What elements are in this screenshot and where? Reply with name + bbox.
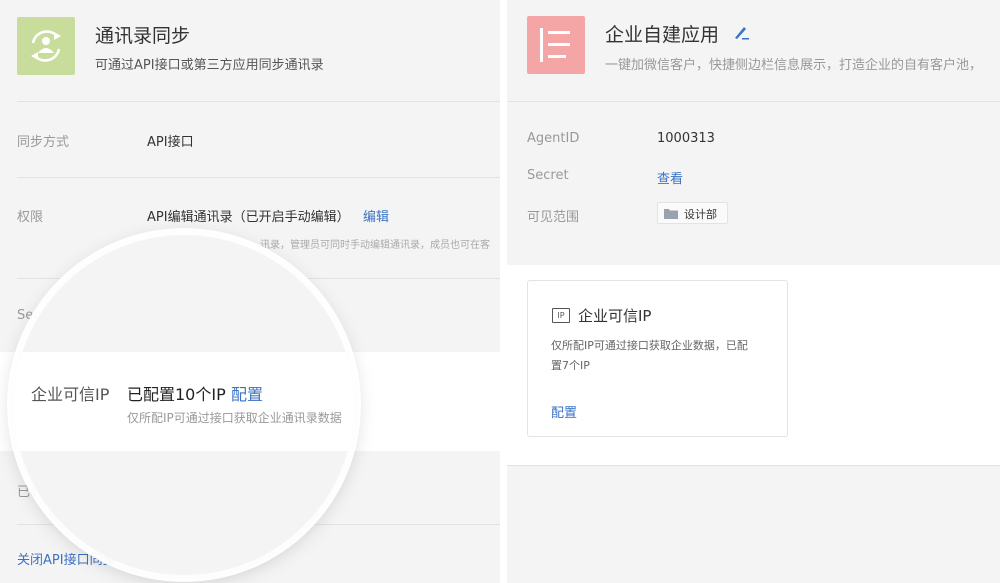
visible-range-tag[interactable]: 设计部 [657, 202, 728, 224]
configure-ip-link[interactable]: 配置 [231, 381, 263, 405]
edit-title-icon[interactable] [733, 24, 749, 44]
page-subtitle: 一键加微信客户，快捷侧边栏信息展示，打造企业的自有客户池， [605, 58, 983, 73]
trusted-ip-hint: 仅所配IP可通过接口获取企业通讯录数据 [127, 411, 342, 425]
divider [17, 177, 500, 178]
permission-hint: 讯录，管理员可同时手动编辑通讯录，成员也可在客 [260, 240, 490, 251]
card-title: 企业可信IP [578, 307, 652, 325]
divider [507, 101, 1000, 102]
ip-badge-icon: IP [552, 308, 570, 323]
view-secret-link[interactable]: 查看 [657, 168, 683, 187]
folder-icon [664, 209, 678, 219]
magnifier-lens: 企业可信IP 已配置10个IP 配置 仅所配IP可通过接口获取企业通讯录数据 [14, 235, 354, 575]
card-desc-line1: 仅所配IP可通过接口获取企业数据，已配 [551, 339, 748, 352]
divider [17, 101, 500, 102]
page-title: 企业自建应用 [605, 24, 720, 46]
permission-label: 权限 [17, 210, 44, 225]
visible-range-label: 可见范围 [527, 210, 580, 225]
page-subtitle: 可通过API接口或第三方应用同步通讯录 [95, 58, 324, 73]
secret-label: Secret [527, 168, 569, 183]
edit-permission-link[interactable]: 编辑 [363, 206, 389, 225]
permission-value: API编辑通讯录（已开启手动编辑） [147, 210, 350, 225]
card-configure-link[interactable]: 配置 [551, 402, 577, 421]
divider [507, 465, 1000, 466]
sync-icon [17, 17, 75, 75]
agentid-label: AgentID [527, 131, 580, 146]
sync-mode-label: 同步方式 [17, 135, 70, 150]
page-title: 通讯录同步 [95, 25, 191, 47]
visible-range-tag-label: 设计部 [684, 208, 717, 221]
trusted-ip-value: 已配置10个IP [127, 385, 226, 404]
agentid-value: 1000313 [657, 131, 715, 146]
app-list-icon [527, 16, 585, 74]
trusted-ip-label: 企业可信IP [31, 385, 110, 404]
card-desc-line2: 置7个IP [551, 359, 590, 372]
custom-app-panel: 企业自建应用 一键加微信客户，快捷侧边栏信息展示，打造企业的自有客户池， Age… [507, 0, 1000, 583]
contacts-sync-panel: 通讯录同步 可通过API接口或第三方应用同步通讯录 同步方式 API接口 权限 … [0, 0, 500, 583]
trusted-ip-card: IP 企业可信IP 仅所配IP可通过接口获取企业数据，已配 置7个IP 配置 [527, 280, 788, 437]
sync-mode-value: API接口 [147, 135, 194, 150]
